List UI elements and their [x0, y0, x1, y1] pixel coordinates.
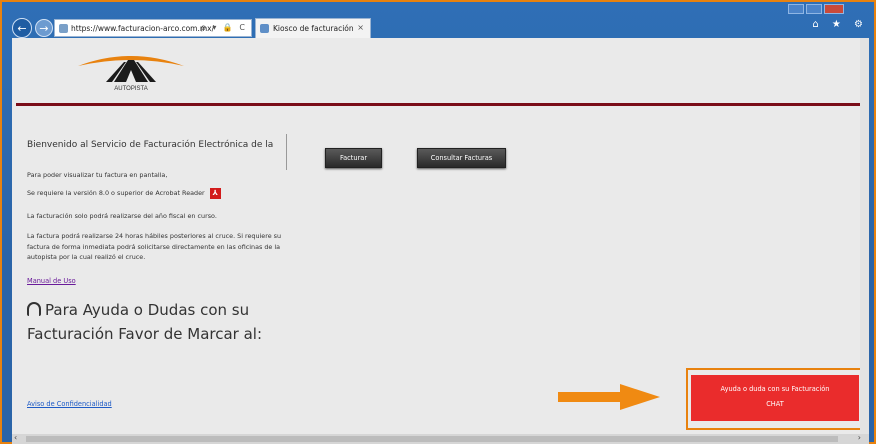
vertical-divider	[286, 134, 287, 170]
url-text: https://www.facturacion-arco.com.mx/	[71, 23, 215, 33]
consultar-facturas-button[interactable]: Consultar Facturas	[417, 148, 506, 168]
info-acrobat: Se requiere la versión 8.0 o superior de…	[27, 188, 221, 199]
page-viewport: AUTOPISTA Bienvenido al Servicio de Fact…	[12, 38, 869, 434]
close-window-button[interactable]	[824, 4, 844, 14]
header-divider	[16, 103, 869, 106]
info-acrobat-text: Se requiere la versión 8.0 o superior de…	[27, 189, 205, 198]
scroll-left-icon[interactable]: ‹	[14, 433, 17, 442]
browser-tab[interactable]: Kiosco de facturación ×	[255, 18, 371, 38]
browser-toolbar-icons[interactable]: ⌂ ★ ⚙	[812, 19, 868, 30]
privacy-notice-link[interactable]: Aviso de Confidencialidad	[27, 400, 112, 408]
autopista-logo: AUTOPISTA	[76, 48, 186, 92]
tab-close-icon[interactable]: ×	[357, 23, 364, 32]
help-line-2: Facturación Favor de Marcar al:	[27, 325, 263, 343]
vertical-scrollbar[interactable]	[860, 38, 869, 434]
help-line-1: Para Ayuda o Dudas con su	[45, 301, 250, 319]
logo-text: AUTOPISTA	[114, 86, 147, 92]
chat-line-2: CHAT	[766, 400, 784, 408]
back-arrow-icon: ←	[17, 21, 27, 35]
forward-button[interactable]: →	[35, 19, 53, 37]
orange-arrow-icon	[558, 384, 660, 410]
info-visualize: Para poder visualizar tu factura en pant…	[27, 171, 168, 179]
browser-window: ← → https://www.facturacion-arco.com.mx/…	[0, 0, 876, 444]
address-bar[interactable]: https://www.facturacion-arco.com.mx/ ρ ▾…	[54, 19, 252, 37]
maximize-button[interactable]	[806, 4, 822, 14]
headset-icon	[27, 302, 41, 316]
help-phone-text: Para Ayuda o Dudas con su Facturación Fa…	[27, 298, 262, 346]
horizontal-scrollbar[interactable]: ‹ ›	[12, 433, 869, 444]
facturar-button[interactable]: Facturar	[325, 148, 382, 168]
back-button[interactable]: ←	[12, 18, 32, 38]
forward-arrow-icon: →	[39, 21, 49, 35]
chat-button[interactable]: Ayuda o duda con su Facturación CHAT	[691, 375, 859, 421]
tab-title: Kiosco de facturación	[273, 24, 354, 33]
site-favicon-icon	[59, 23, 68, 33]
acrobat-pdf-icon[interactable]: ⅄	[209, 188, 221, 199]
tab-favicon-icon	[260, 24, 269, 33]
info-fiscal-year: La facturación solo podrá realizarse del…	[27, 212, 217, 220]
minimize-button[interactable]	[788, 4, 804, 14]
welcome-heading: Bienvenido al Servicio de Facturación El…	[27, 140, 274, 150]
address-tools-icon[interactable]: ρ ▾ 🔒 C	[201, 23, 247, 32]
scroll-thumb[interactable]	[26, 436, 838, 442]
window-controls	[788, 4, 844, 14]
chat-line-1: Ayuda o duda con su Facturación	[720, 385, 830, 393]
info-24-hours: La factura podrá realizarse 24 horas háb…	[27, 232, 282, 261]
manual-link[interactable]: Manual de Uso	[27, 277, 76, 285]
scroll-right-icon[interactable]: ›	[858, 433, 861, 442]
browser-chrome: ← → https://www.facturacion-arco.com.mx/…	[2, 2, 874, 38]
